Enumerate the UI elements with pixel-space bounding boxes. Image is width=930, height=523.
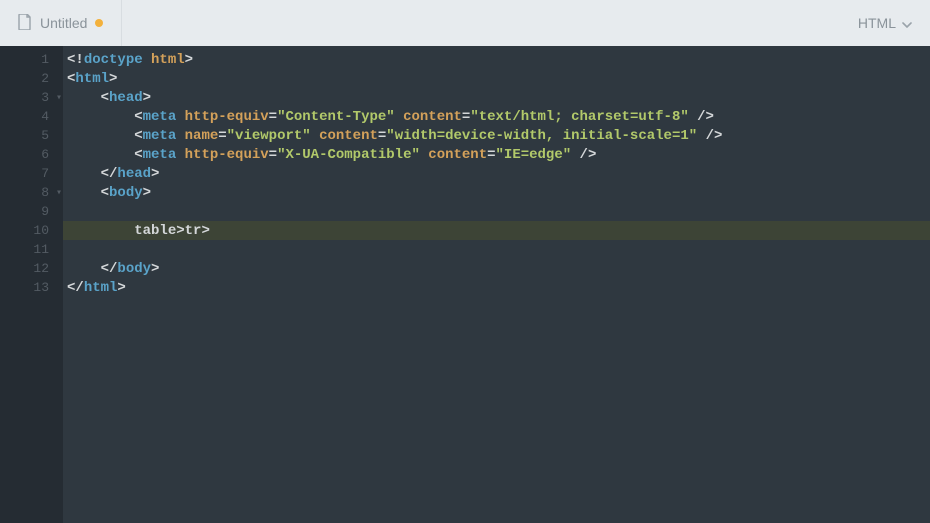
title-bar: Untitled HTML [0, 0, 930, 46]
tabs: Untitled [0, 0, 122, 46]
titlebar-spacer [122, 0, 839, 46]
line-number: 5 [0, 126, 63, 145]
code-line[interactable] [63, 202, 930, 221]
tab-untitled[interactable]: Untitled [0, 0, 122, 46]
language-selector[interactable]: HTML [840, 0, 930, 46]
language-label: HTML [858, 15, 896, 31]
editor: 123▾45678▾910111213 <!doctype html><html… [0, 46, 930, 523]
code-line[interactable]: </body> [63, 259, 930, 278]
line-number: 9 [0, 202, 63, 221]
code-line[interactable]: <head> [63, 88, 930, 107]
code-line[interactable] [63, 240, 930, 259]
line-number: 11 [0, 240, 63, 259]
code-area[interactable]: <!doctype html><html> <head> <meta http-… [63, 46, 930, 523]
line-number: 6 [0, 145, 63, 164]
code-line[interactable]: <meta http-equiv="Content-Type" content=… [63, 107, 930, 126]
code-line[interactable]: <meta http-equiv="X-UA-Compatible" conte… [63, 145, 930, 164]
line-number: 1 [0, 50, 63, 69]
fold-icon[interactable]: ▾ [56, 92, 62, 104]
line-number: 3▾ [0, 88, 63, 107]
line-number: 2 [0, 69, 63, 88]
line-number: 8▾ [0, 183, 63, 202]
line-number: 12 [0, 259, 63, 278]
line-number: 10 [0, 221, 63, 240]
code-line[interactable]: <!doctype html> [63, 50, 930, 69]
file-icon [18, 14, 32, 33]
tab-label: Untitled [40, 15, 87, 31]
code-line[interactable]: table>tr> [63, 221, 930, 240]
code-line[interactable]: <meta name="viewport" content="width=dev… [63, 126, 930, 145]
code-line[interactable]: </html> [63, 278, 930, 297]
code-line[interactable]: <html> [63, 69, 930, 88]
line-number: 4 [0, 107, 63, 126]
line-number: 7 [0, 164, 63, 183]
gutter: 123▾45678▾910111213 [0, 46, 63, 523]
modified-indicator-icon [95, 19, 103, 27]
line-number: 13 [0, 278, 63, 297]
chevron-down-icon [902, 15, 912, 31]
code-line[interactable]: <body> [63, 183, 930, 202]
code-line[interactable]: </head> [63, 164, 930, 183]
fold-icon[interactable]: ▾ [56, 187, 62, 199]
